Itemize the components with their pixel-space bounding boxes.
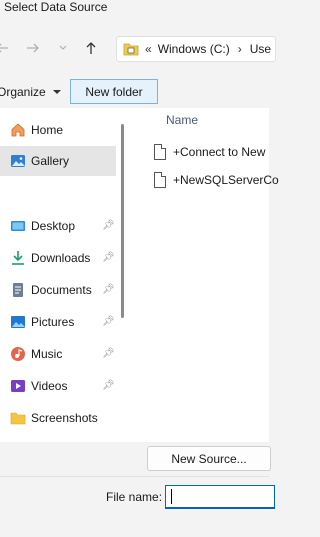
videos-icon (10, 378, 26, 394)
sidebar-item-downloads[interactable]: Downloads 📌︎ (0, 243, 116, 273)
new-source-label: New Source... (171, 451, 247, 466)
sidebar-item-label: Desktop (31, 219, 76, 233)
downloads-icon (10, 250, 26, 266)
up-button[interactable] (82, 28, 100, 68)
sidebar-item-gallery[interactable]: Gallery (0, 146, 116, 176)
sidebar-item-desktop[interactable]: Desktop 📌︎ (0, 211, 116, 241)
sidebar-item-pictures[interactable]: Pictures 📌︎ (0, 307, 116, 337)
navigation-bar: « Windows (C:) › Use (0, 28, 276, 68)
sidebar-item-label: Videos (31, 379, 68, 393)
sidebar-item-videos[interactable]: Videos 📌︎ (0, 371, 116, 401)
window-title: Select Data Source (4, 0, 108, 14)
sidebar-item-label: Home (31, 123, 64, 137)
pictures-icon (10, 314, 26, 330)
sidebar-item-label: Screenshots (31, 411, 98, 425)
path-overflow[interactable]: « (145, 42, 152, 56)
pin-icon[interactable]: 📌︎ (102, 348, 115, 360)
path-segment-drive[interactable]: Windows (C:) (158, 42, 230, 56)
home-icon (10, 122, 26, 138)
file-row[interactable]: +NewSQLServerCo (154, 169, 279, 191)
file-icon (154, 172, 166, 188)
navigation-scrollbar[interactable] (121, 124, 124, 318)
file-icon (154, 144, 166, 160)
file-row[interactable]: +Connect to New (154, 141, 265, 163)
path-segment-next[interactable]: Use (250, 42, 271, 56)
sidebar-item-label: Music (31, 347, 63, 361)
sidebar-item-label: Pictures (31, 315, 75, 329)
column-header-name[interactable]: Name (166, 113, 198, 127)
organize-button[interactable]: Organize (0, 79, 62, 105)
music-icon (10, 346, 26, 362)
file-name-label: File name: (106, 490, 163, 504)
pin-icon[interactable]: 📌︎ (102, 316, 115, 328)
sidebar-item-screenshots[interactable]: Screenshots (0, 403, 116, 433)
path-separator[interactable]: › (238, 42, 242, 56)
new-source-button[interactable]: New Source... (147, 446, 271, 471)
pin-icon[interactable]: 📌︎ (102, 252, 115, 264)
file-name-input[interactable] (165, 485, 275, 509)
recent-locations-button[interactable] (54, 28, 72, 68)
back-arrow-icon (0, 43, 8, 53)
footer-divider (0, 476, 269, 477)
text-caret (171, 489, 172, 504)
sidebar-item-music[interactable]: Music 📌︎ (0, 339, 116, 369)
forward-arrow-icon (27, 43, 39, 53)
sidebar-item-label: Documents (31, 283, 92, 297)
pin-icon[interactable]: 📌︎ (102, 284, 115, 296)
caret-down-icon (52, 90, 61, 94)
folder-icon (10, 410, 26, 426)
address-bar[interactable]: « Windows (C:) › Use (116, 36, 276, 62)
title-bar: Select Data Source (0, 0, 269, 16)
folder-drive-icon (123, 43, 139, 56)
documents-icon (10, 282, 26, 298)
pin-icon[interactable]: 📌︎ (102, 220, 115, 232)
sidebar-item-label: Gallery (31, 154, 70, 168)
gallery-icon (10, 153, 26, 169)
desktop-icon (10, 218, 26, 234)
sidebar-item-documents[interactable]: Documents 📌︎ (0, 275, 116, 305)
pin-icon[interactable]: 📌︎ (102, 380, 115, 392)
file-name: +NewSQLServerCo (173, 173, 279, 187)
sidebar-item-home[interactable]: Home (0, 115, 116, 145)
up-arrow-icon (86, 42, 96, 54)
sidebar-item-label: Downloads (31, 251, 91, 265)
forward-button[interactable] (24, 28, 42, 68)
organize-label: Organize (0, 85, 46, 99)
new-folder-label: New folder (85, 84, 143, 99)
file-name: +Connect to New (173, 145, 266, 159)
chevron-down-icon (59, 45, 67, 50)
new-folder-button[interactable]: New folder (70, 79, 158, 104)
back-button[interactable] (0, 28, 12, 68)
